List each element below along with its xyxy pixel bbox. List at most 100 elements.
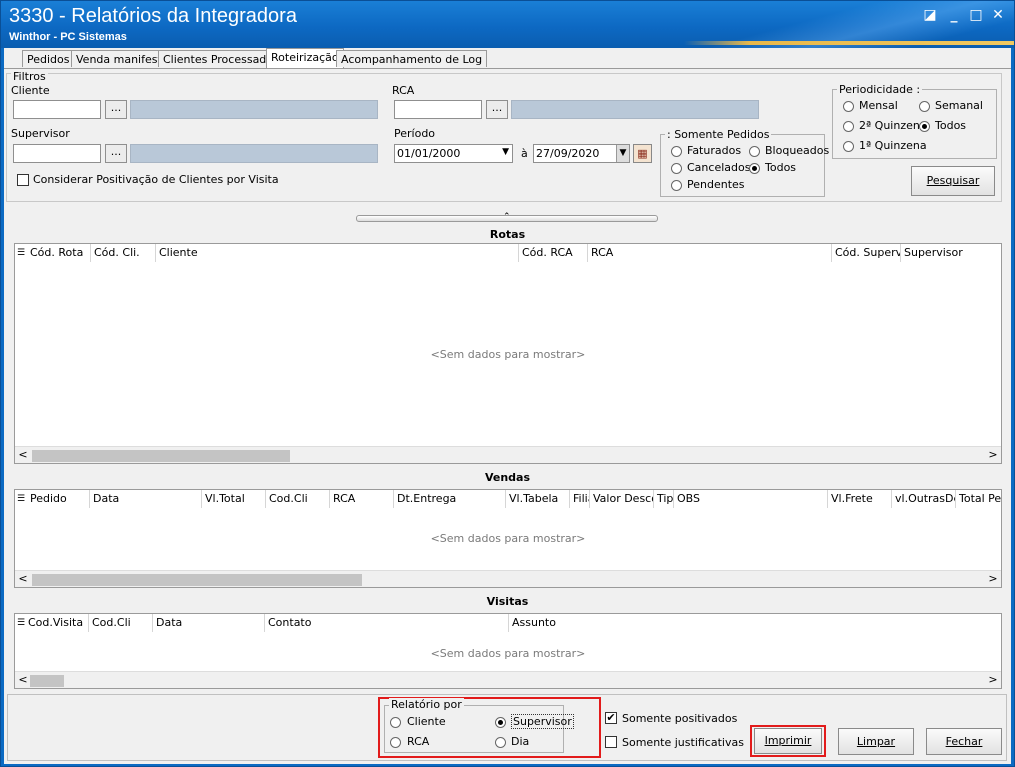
vendas-empty-message: <Sem dados para mostrar> bbox=[430, 532, 586, 545]
scroll-left-icon[interactable]: < bbox=[17, 673, 29, 686]
col-cliente[interactable]: Cliente bbox=[156, 244, 519, 262]
scroll-right-icon[interactable]: > bbox=[987, 448, 999, 461]
somente-pedidos-label: : Somente Pedidos bbox=[665, 128, 772, 141]
cancelados-label: Cancelados bbox=[687, 161, 751, 174]
col-vl-frete[interactable]: Vl.Frete bbox=[828, 490, 892, 508]
pendentes-label: Pendentes bbox=[687, 178, 745, 191]
visitas-hscrollbar[interactable]: < > bbox=[15, 671, 1001, 688]
visitas-title: Visitas bbox=[486, 595, 529, 608]
col-assunto[interactable]: Assunto bbox=[509, 614, 1001, 632]
tab-acompanhamento-log[interactable]: Acompanhamento de Log bbox=[336, 50, 488, 67]
col-cod-cli[interactable]: Cod.Cli bbox=[89, 614, 153, 632]
date-to-input[interactable]: 27/09/2020 ▼ bbox=[533, 144, 630, 163]
segunda-quinzena-label: 2ª Quinzena bbox=[859, 119, 927, 132]
col-dt-entrega[interactable]: Dt.Entrega bbox=[394, 490, 506, 508]
faturados-radio[interactable] bbox=[671, 146, 682, 157]
col-pedido[interactable]: Pedido bbox=[27, 490, 90, 508]
grid-menu-icon[interactable]: ☰ bbox=[17, 248, 25, 258]
close-icon[interactable]: ✕ bbox=[989, 7, 1007, 23]
bloqueados-radio[interactable] bbox=[749, 146, 760, 157]
primeira-quinzena-label: 1ª Quinzena bbox=[859, 139, 927, 152]
chevron-up-icon[interactable]: ⌃ bbox=[503, 212, 511, 222]
relatorio-supervisor-radio[interactable] bbox=[495, 717, 506, 728]
col-tipo[interactable]: Tip bbox=[654, 490, 674, 508]
supervisor-code-input[interactable] bbox=[13, 144, 101, 163]
visitas-scroll-thumb[interactable] bbox=[30, 675, 64, 687]
cancelados-radio[interactable] bbox=[671, 163, 682, 174]
todos-periodo-label: Todos bbox=[935, 119, 967, 132]
col-cod-rca[interactable]: Cód. RCA bbox=[519, 244, 588, 262]
maximize-icon[interactable]: □ bbox=[967, 7, 985, 23]
vendas-grid[interactable]: ☰ Pedido Data Vl.Total Cod.Cli RCA Dt.En… bbox=[14, 489, 1002, 588]
tab-clientes-processados[interactable]: Clientes Processados bbox=[158, 50, 284, 67]
semanal-radio[interactable] bbox=[919, 101, 930, 112]
col-obs[interactable]: OBS bbox=[674, 490, 828, 508]
col-supervisor[interactable]: Supervisor bbox=[901, 244, 1001, 262]
col-vl-tabela[interactable]: Vl.Tabela bbox=[506, 490, 570, 508]
col-cod-cli[interactable]: Cód. Cli. bbox=[91, 244, 156, 262]
cliente-code-input[interactable] bbox=[13, 100, 101, 119]
rotas-scroll-thumb[interactable] bbox=[32, 450, 290, 462]
relatorio-dia-radio[interactable] bbox=[495, 737, 506, 748]
col-valor-desconto[interactable]: Valor Descor bbox=[590, 490, 654, 508]
col-cod-cli[interactable]: Cod.Cli bbox=[266, 490, 330, 508]
scroll-right-icon[interactable]: > bbox=[987, 673, 999, 686]
relatorio-cliente-radio[interactable] bbox=[390, 717, 401, 728]
mensal-radio[interactable] bbox=[843, 101, 854, 112]
todos-periodo-radio[interactable] bbox=[919, 121, 930, 132]
col-data[interactable]: Data bbox=[153, 614, 265, 632]
pendentes-radio[interactable] bbox=[671, 180, 682, 191]
limpar-button[interactable]: Limpar bbox=[838, 728, 914, 755]
cliente-lookup-button[interactable]: ... bbox=[105, 100, 127, 119]
todos-pedidos-label: Todos bbox=[765, 161, 797, 174]
grid-menu-icon[interactable]: ☰ bbox=[17, 494, 25, 504]
tab-pedidos[interactable]: Pedidos bbox=[22, 50, 75, 67]
somente-justificativas-checkbox[interactable] bbox=[605, 736, 617, 748]
vendas-scroll-thumb[interactable] bbox=[32, 574, 362, 586]
tab-roteirizacao[interactable]: Roteirização bbox=[266, 48, 344, 68]
rotas-title: Rotas bbox=[489, 228, 526, 241]
col-vl-total[interactable]: Vl.Total bbox=[202, 490, 266, 508]
col-contato[interactable]: Contato bbox=[265, 614, 509, 632]
date-from-input[interactable]: 01/01/2000 ▼ bbox=[394, 144, 513, 163]
todos-pedidos-radio[interactable] bbox=[749, 163, 760, 174]
col-total-peso[interactable]: Total Pes bbox=[956, 490, 1001, 508]
somente-positivados-checkbox[interactable]: ✔ bbox=[605, 712, 617, 724]
segunda-quinzena-radio[interactable] bbox=[843, 121, 854, 132]
semanal-label: Semanal bbox=[935, 99, 983, 112]
rotas-grid[interactable]: ☰ Cód. Rota Cód. Cli. Cliente Cód. RCA R… bbox=[14, 243, 1002, 464]
minimize-icon[interactable]: _ bbox=[945, 7, 963, 23]
chevron-down-icon[interactable]: ▼ bbox=[616, 145, 629, 162]
rca-code-input[interactable] bbox=[394, 100, 482, 119]
supervisor-lookup-button[interactable]: ... bbox=[105, 144, 127, 163]
chevron-down-icon[interactable]: ▼ bbox=[502, 147, 509, 157]
scroll-left-icon[interactable]: < bbox=[17, 572, 29, 585]
col-cod-rota[interactable]: Cód. Rota bbox=[27, 244, 91, 262]
col-rca[interactable]: RCA bbox=[588, 244, 832, 262]
date-from-value: 01/01/2000 bbox=[397, 147, 461, 160]
restore-icon[interactable]: ◪ bbox=[921, 7, 939, 23]
col-filial[interactable]: Filia bbox=[570, 490, 590, 508]
considerar-checkbox[interactable] bbox=[17, 174, 29, 186]
grid-menu-icon[interactable]: ☰ bbox=[17, 618, 25, 628]
calendar-icon[interactable]: ▦ bbox=[633, 144, 652, 163]
fechar-button[interactable]: Fechar bbox=[926, 728, 1002, 755]
vendas-hscrollbar[interactable]: < > bbox=[15, 570, 1001, 587]
visitas-grid[interactable]: ☰ Cod.Visita Cod.Cli Data Contato Assunt… bbox=[14, 613, 1002, 689]
col-data[interactable]: Data bbox=[90, 490, 202, 508]
col-cod-superv[interactable]: Cód. Superv. bbox=[832, 244, 901, 262]
col-vl-outras-desp[interactable]: vl.OutrasDe bbox=[892, 490, 956, 508]
scroll-left-icon[interactable]: < bbox=[17, 448, 29, 461]
splitter-handle[interactable]: ⌃ bbox=[356, 212, 658, 222]
col-rca[interactable]: RCA bbox=[330, 490, 394, 508]
relatorio-rca-radio[interactable] bbox=[390, 737, 401, 748]
pesquisar-button[interactable]: Pesquisar bbox=[911, 166, 995, 196]
rca-label: RCA bbox=[392, 84, 415, 97]
rotas-hscrollbar[interactable]: < > bbox=[15, 446, 1001, 463]
rca-lookup-button[interactable]: ... bbox=[486, 100, 508, 119]
col-cod-visita[interactable]: Cod.Visita bbox=[25, 614, 89, 632]
imprimir-button[interactable]: Imprimir bbox=[754, 728, 822, 754]
primeira-quinzena-radio[interactable] bbox=[843, 141, 854, 152]
window-title: 3330 - Relatórios da Integradora bbox=[9, 5, 297, 27]
scroll-right-icon[interactable]: > bbox=[987, 572, 999, 585]
